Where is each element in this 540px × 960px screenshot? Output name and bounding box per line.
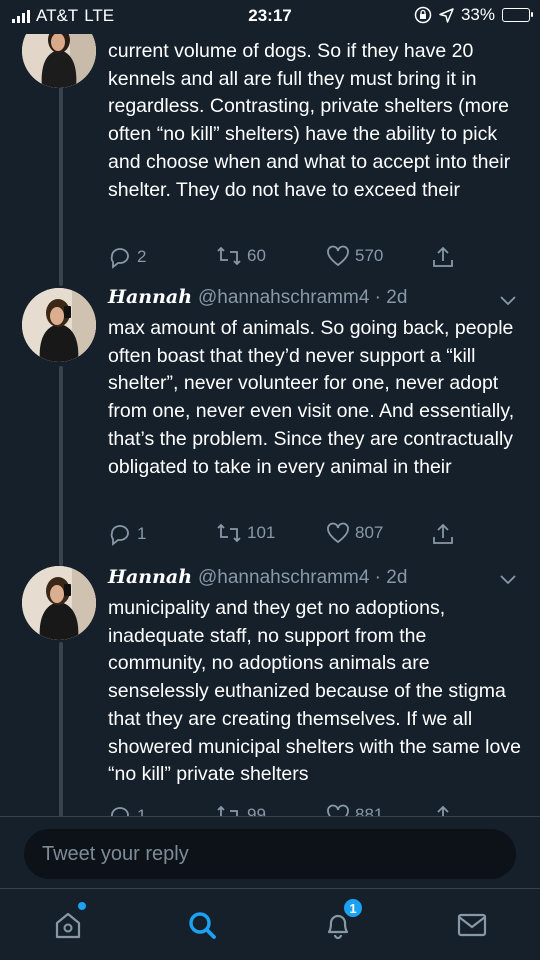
thread-line: [59, 366, 63, 566]
retweet-button[interactable]: 101: [216, 522, 275, 544]
reply-button[interactable]: 2: [108, 245, 146, 269]
reply-input[interactable]: [42, 829, 502, 879]
thread-line: [59, 642, 63, 818]
thread-line: [59, 86, 63, 286]
location-icon: [439, 7, 454, 23]
display-name[interactable]: Hannah: [108, 286, 192, 308]
like-button[interactable]: 570: [326, 245, 383, 267]
tweet-actions: 2 60 570: [108, 245, 468, 271]
reply-button[interactable]: 1: [108, 522, 146, 546]
share-button[interactable]: [431, 522, 455, 546]
search-icon: [189, 912, 216, 939]
nav-messages[interactable]: [452, 907, 492, 943]
user-handle[interactable]: @hannahschramm4: [198, 567, 369, 588]
avatar[interactable]: [22, 288, 96, 362]
like-count: 570: [355, 246, 384, 265]
nav-home[interactable]: [48, 902, 88, 943]
nav-search[interactable]: [182, 907, 222, 943]
retweet-button[interactable]: 60: [216, 245, 266, 267]
reply-icon: [110, 525, 129, 546]
tweet-text: max amount of animals. So going back, pe…: [108, 317, 515, 478]
reply-count: 2: [137, 247, 147, 266]
share-button[interactable]: [431, 245, 455, 269]
new-tweets-dot: [78, 902, 86, 910]
chevron-down-icon[interactable]: [498, 573, 518, 587]
share-icon: [433, 523, 453, 544]
tweet-header: Hannah @hannahschramm4 · 2d: [108, 286, 407, 309]
tweet-age: · 2d: [374, 567, 408, 588]
messages-icon: [457, 913, 487, 937]
notifications-badge: 1: [342, 897, 364, 919]
bottom-nav: 1: [0, 888, 540, 960]
retweet-icon: [217, 523, 241, 543]
battery-percent: 33%: [460, 5, 495, 24]
status-right: 33%: [414, 5, 533, 25]
reply-icon: [110, 248, 129, 269]
chevron-down-icon[interactable]: [498, 294, 518, 308]
nav-notifications[interactable]: 1: [318, 897, 364, 943]
like-count: 807: [355, 523, 384, 542]
heart-icon: [327, 245, 349, 267]
like-button[interactable]: 807: [326, 522, 383, 544]
battery-icon: [502, 8, 533, 22]
tweet-actions: 1 101 807: [108, 522, 468, 548]
tweet-text: municipality and they get no adoptions, …: [108, 597, 521, 786]
avatar[interactable]: [22, 566, 96, 640]
heart-icon: [327, 522, 349, 544]
tweet-age: · 2d: [374, 287, 408, 308]
tweet-text: current volume of dogs. So if they have …: [108, 40, 511, 201]
tweet-header: Hannah @hannahschramm4 · 2d: [108, 566, 407, 589]
retweet-count: 101: [247, 523, 276, 542]
share-icon: [433, 246, 453, 267]
reply-pill[interactable]: [24, 829, 516, 879]
rotation-lock-icon: [414, 6, 432, 24]
display-name[interactable]: Hannah: [108, 566, 192, 588]
retweet-icon: [217, 246, 241, 266]
reply-count: 1: [137, 524, 147, 543]
user-handle[interactable]: @hannahschramm4: [198, 287, 369, 308]
reply-bar: [0, 816, 540, 888]
home-icon: [55, 912, 81, 939]
status-bar: AT&T LTE 23:17 33%: [0, 0, 540, 34]
retweet-count: 60: [247, 246, 266, 265]
